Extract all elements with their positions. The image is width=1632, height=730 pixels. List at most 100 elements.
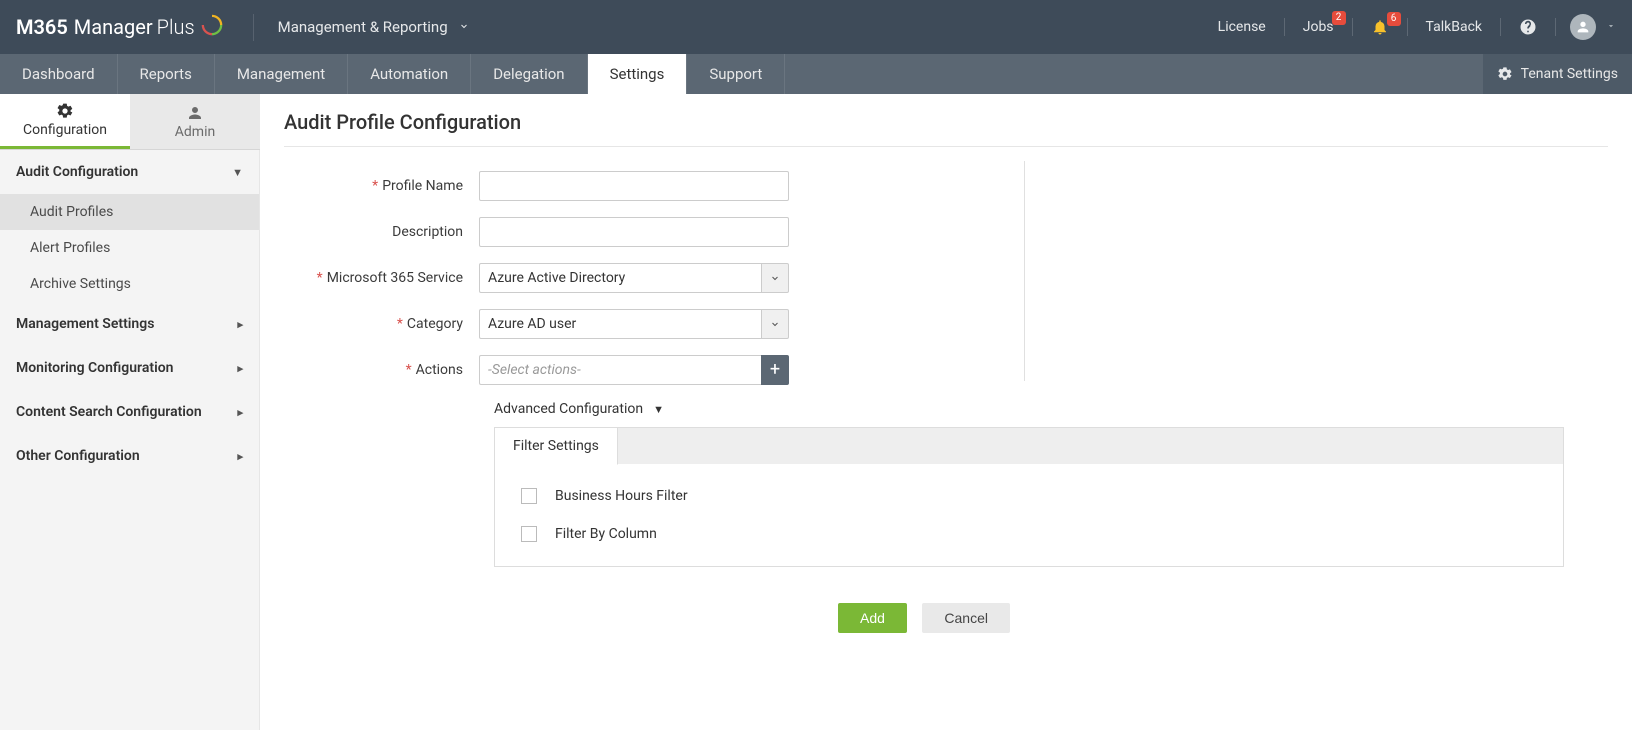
subtab-configuration[interactable]: Configuration xyxy=(0,94,130,149)
sidebar-section-label: Content Search Configuration xyxy=(16,404,202,420)
admin-icon xyxy=(186,104,204,122)
filter-by-column-row: Filter By Column xyxy=(521,526,1537,542)
filter-body: Business Hours Filter Filter By Column xyxy=(495,464,1563,566)
filter-tabs: Filter Settings xyxy=(495,428,1563,464)
sidebar-section-content-search-configuration[interactable]: Content Search Configuration ▸ xyxy=(0,390,259,434)
gear-icon xyxy=(1497,66,1513,82)
sidebar-section-label: Other Configuration xyxy=(16,448,140,464)
user-menu[interactable] xyxy=(1570,14,1596,40)
sidebar-section-management-settings[interactable]: Management Settings ▸ xyxy=(0,302,259,346)
label-text: Profile Name xyxy=(382,178,463,194)
chevron-down-icon xyxy=(458,18,470,36)
add-action-button[interactable]: + xyxy=(761,355,789,385)
topbar: M365 Manager Plus Management & Reporting… xyxy=(0,0,1632,54)
separator xyxy=(1284,18,1285,36)
cancel-button[interactable]: Cancel xyxy=(922,603,1010,633)
sidebar: Audit Configuration ▼ Audit Profiles Ale… xyxy=(0,150,260,730)
separator xyxy=(1352,18,1353,36)
sidebar-section-other-configuration[interactable]: Other Configuration ▸ xyxy=(0,434,259,478)
brand-logo-icon xyxy=(201,14,223,41)
sidebar-section-label: Management Settings xyxy=(16,316,154,332)
select-value: Azure AD user xyxy=(479,309,761,339)
description-input[interactable] xyxy=(479,217,789,247)
label-text: Microsoft 365 Service xyxy=(327,270,463,286)
talkback-link[interactable]: TalkBack xyxy=(1416,17,1492,37)
bell-icon xyxy=(1371,18,1389,36)
row-profile-name: *Profile Name xyxy=(284,171,1564,201)
alerts-button[interactable]: 6 xyxy=(1361,18,1399,36)
body: Configuration Admin Audit Configuration … xyxy=(0,94,1632,730)
brand: M365 Manager Plus xyxy=(16,14,254,41)
tab-dashboard[interactable]: Dashboard xyxy=(0,54,118,94)
subtab-label: Admin xyxy=(175,124,215,140)
subtab-admin[interactable]: Admin xyxy=(130,94,260,149)
sidebar-section-label: Audit Configuration xyxy=(16,164,138,180)
business-hours-row: Business Hours Filter xyxy=(521,488,1537,504)
caret-right-icon: ▸ xyxy=(237,318,243,331)
tenant-settings-button[interactable]: Tenant Settings xyxy=(1483,54,1632,94)
brand-part1: M365 xyxy=(16,15,68,39)
tab-support[interactable]: Support xyxy=(687,54,785,94)
sidebar-item-archive-settings[interactable]: Archive Settings xyxy=(0,266,259,302)
chevron-down-icon xyxy=(761,263,789,293)
tab-management[interactable]: Management xyxy=(215,54,348,94)
label-actions: *Actions xyxy=(284,362,479,378)
chevron-down-icon xyxy=(1606,19,1616,35)
brand-part3: Plus xyxy=(157,15,195,39)
business-hours-checkbox[interactable] xyxy=(521,488,537,504)
page-title: Audit Profile Configuration xyxy=(284,110,1608,147)
select-placeholder: -Select actions- xyxy=(479,355,761,385)
main-tabs: Dashboard Reports Management Automation … xyxy=(0,54,1632,94)
tab-delegation[interactable]: Delegation xyxy=(471,54,587,94)
form-buttons: Add Cancel xyxy=(284,603,1564,633)
caret-down-icon: ▼ xyxy=(653,403,664,416)
tab-automation[interactable]: Automation xyxy=(348,54,471,94)
caret-right-icon: ▸ xyxy=(237,406,243,419)
row-m365-service: *Microsoft 365 Service Azure Active Dire… xyxy=(284,263,1564,293)
select-value: Azure Active Directory xyxy=(479,263,761,293)
sidebar-section-label: Monitoring Configuration xyxy=(16,360,173,376)
sidebar-wrapper: Configuration Admin Audit Configuration … xyxy=(0,94,260,730)
jobs-label: Jobs xyxy=(1303,17,1334,37)
caret-right-icon: ▸ xyxy=(237,362,243,375)
m365-service-select[interactable]: Azure Active Directory xyxy=(479,263,789,293)
license-link[interactable]: License xyxy=(1208,17,1276,37)
sidebar-item-audit-profiles[interactable]: Audit Profiles xyxy=(0,194,259,230)
help-button[interactable] xyxy=(1509,18,1547,36)
separator xyxy=(1407,18,1408,36)
chevron-down-icon xyxy=(761,309,789,339)
row-actions: *Actions -Select actions- + xyxy=(284,355,1564,385)
filter-by-column-checkbox[interactable] xyxy=(521,526,537,542)
sidebar-section-audit-configuration[interactable]: Audit Configuration ▼ xyxy=(0,150,259,194)
nav-dropdown-label: Management & Reporting xyxy=(278,18,448,36)
tab-reports[interactable]: Reports xyxy=(118,54,215,94)
subtab-label: Configuration xyxy=(23,122,107,138)
gear-icon xyxy=(56,102,74,120)
row-description: Description xyxy=(284,217,1564,247)
label-m365-service: *Microsoft 365 Service xyxy=(284,270,479,286)
advanced-configuration-toggle[interactable]: Advanced Configuration ▼ xyxy=(494,401,1564,417)
actions-select[interactable]: -Select actions- + xyxy=(479,355,789,385)
label-text: Category xyxy=(407,316,463,332)
sidebar-item-alert-profiles[interactable]: Alert Profiles xyxy=(0,230,259,266)
jobs-link[interactable]: Jobs 2 xyxy=(1293,17,1344,37)
jobs-badge: 2 xyxy=(1332,11,1346,25)
sidebar-section-monitoring-configuration[interactable]: Monitoring Configuration ▸ xyxy=(0,346,259,390)
help-icon xyxy=(1519,18,1537,36)
plus-icon: + xyxy=(770,361,780,379)
tab-filter-settings[interactable]: Filter Settings xyxy=(495,428,618,465)
category-select[interactable]: Azure AD user xyxy=(479,309,789,339)
subtabs: Configuration Admin xyxy=(0,94,260,150)
tab-settings[interactable]: Settings xyxy=(588,54,688,94)
topbar-right: License Jobs 2 6 TalkBack xyxy=(1208,14,1616,40)
brand-part2: Manager xyxy=(74,15,153,39)
filter-by-column-label: Filter By Column xyxy=(555,526,657,542)
label-description: Description xyxy=(284,224,479,240)
profile-name-input[interactable] xyxy=(479,171,789,201)
business-hours-label: Business Hours Filter xyxy=(555,488,688,504)
add-button[interactable]: Add xyxy=(838,603,907,633)
separator xyxy=(1500,18,1501,36)
advanced-label: Advanced Configuration xyxy=(494,401,643,417)
nav-dropdown-management-reporting[interactable]: Management & Reporting xyxy=(278,18,470,36)
filter-settings-panel: Filter Settings Business Hours Filter Fi… xyxy=(494,427,1564,567)
